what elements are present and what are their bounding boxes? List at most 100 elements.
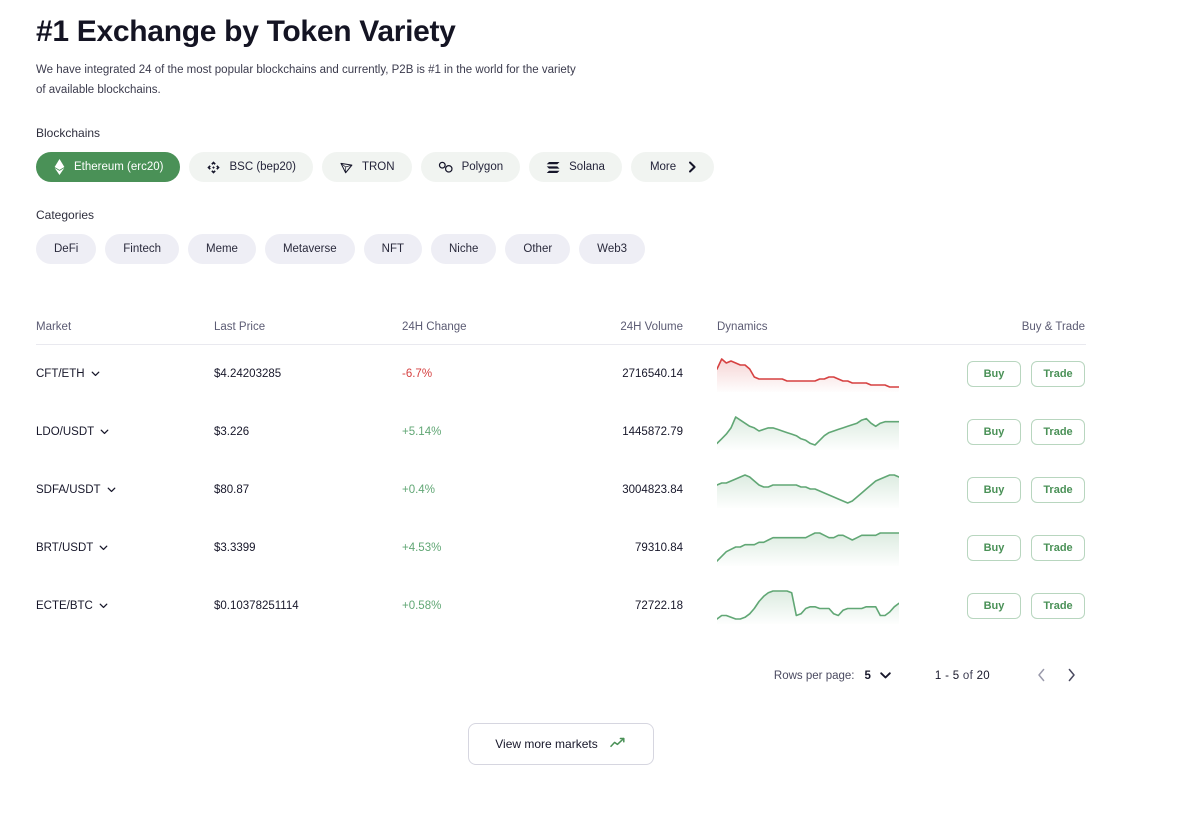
pagination: Rows per page: 5 1 - 5 of 20 bbox=[36, 661, 1086, 691]
category-chip-niche[interactable]: Niche bbox=[431, 234, 497, 265]
category-chip-web3[interactable]: Web3 bbox=[579, 234, 646, 265]
sparkline-chart bbox=[717, 474, 899, 509]
chevron-down-icon bbox=[99, 545, 108, 551]
cell-dynamics bbox=[683, 414, 899, 451]
chevron-down-icon bbox=[99, 603, 108, 609]
blockchains-filter-group: Blockchains Ethereum (erc20) BSC (bep20)… bbox=[36, 126, 1156, 183]
cell-24h-volume: 1445872.79 bbox=[622, 426, 683, 439]
cell-24h-change: +0.58% bbox=[402, 600, 442, 613]
trade-button[interactable]: Trade bbox=[1031, 593, 1085, 620]
market-pair-label: ECTE/BTC bbox=[36, 600, 93, 613]
page-root: #1 Exchange by Token Variety We have int… bbox=[0, 0, 1192, 832]
market-pair-selector[interactable]: BRT/USDT bbox=[36, 542, 108, 554]
blockchain-chip-label: Ethereum (erc20) bbox=[74, 161, 164, 174]
blockchain-chip-tron[interactable]: TRON bbox=[321, 152, 412, 183]
cell-24h-volume: 79310.84 bbox=[635, 542, 683, 555]
cell-24h-volume: 3004823.84 bbox=[622, 484, 683, 497]
blockchain-chip-polygon[interactable]: Polygon bbox=[420, 152, 521, 183]
cell-last-price: $0.10378251114 bbox=[214, 600, 299, 613]
buy-button[interactable]: Buy bbox=[967, 593, 1021, 620]
page-title: #1 Exchange by Token Variety bbox=[36, 15, 456, 48]
sparkline-chart bbox=[717, 590, 899, 625]
buy-button[interactable]: Buy bbox=[967, 419, 1021, 446]
column-header-24h-change: 24H Change bbox=[402, 321, 467, 334]
cell-buy-trade: Buy Trade bbox=[873, 419, 1086, 446]
blockchain-chip-label: Polygon bbox=[461, 161, 504, 174]
table-row: CFT/ETH $4.24203285 -6.7% 2716540.14 Buy Trad… bbox=[36, 345, 1086, 403]
categories-chip-row: DeFi Fintech Meme Metaverse NFT Niche Ot… bbox=[36, 234, 1156, 265]
column-header-last-price: Last Price bbox=[214, 321, 266, 334]
cell-market: SDFA/USDT bbox=[36, 484, 214, 496]
view-more-label: View more markets bbox=[495, 737, 598, 752]
blockchain-chip-more[interactable]: More bbox=[630, 152, 715, 183]
category-chip-fintech[interactable]: Fintech bbox=[105, 234, 179, 265]
blockchain-chip-label: Solana bbox=[569, 161, 605, 174]
buy-button[interactable]: Buy bbox=[967, 535, 1021, 562]
blockchain-chip-ethereum[interactable]: Ethereum (erc20) bbox=[36, 152, 181, 183]
category-chip-metaverse[interactable]: Metaverse bbox=[264, 234, 355, 265]
buy-trade-group: Buy Trade bbox=[967, 477, 1085, 504]
buy-button[interactable]: Buy bbox=[967, 361, 1021, 388]
previous-page-button[interactable] bbox=[1026, 661, 1056, 691]
market-pair-selector[interactable]: SDFA/USDT bbox=[36, 484, 116, 496]
column-header-24h-volume: 24H Volume bbox=[620, 321, 683, 334]
cell-market: CFT/ETH bbox=[36, 368, 214, 380]
cell-24h-change: +4.53% bbox=[402, 542, 442, 555]
cell-market: ECTE/BTC bbox=[36, 600, 214, 612]
blockchain-chip-bsc[interactable]: BSC (bep20) bbox=[189, 152, 313, 183]
category-chip-other[interactable]: Other bbox=[505, 234, 571, 265]
column-header-market: Market bbox=[36, 321, 72, 334]
cell-last-price: $80.87 bbox=[214, 484, 250, 497]
cell-buy-trade: Buy Trade bbox=[873, 535, 1086, 562]
blockchains-label: Blockchains bbox=[36, 126, 101, 141]
cell-dynamics bbox=[683, 588, 899, 625]
table-row: LDO/USDT $3.226 +5.14% 1445872.79 Buy Trade bbox=[36, 403, 1086, 461]
trend-up-icon bbox=[609, 737, 627, 751]
trade-button[interactable]: Trade bbox=[1031, 361, 1085, 388]
market-pair-selector[interactable]: CFT/ETH bbox=[36, 368, 100, 380]
market-pair-label: BRT/USDT bbox=[36, 542, 94, 555]
page-subtitle: We have integrated 24 of the most popula… bbox=[36, 64, 576, 97]
buy-trade-group: Buy Trade bbox=[967, 535, 1085, 562]
polygon-icon bbox=[438, 160, 454, 174]
market-pair-selector[interactable]: ECTE/BTC bbox=[36, 600, 108, 612]
cell-last-price: $3.226 bbox=[214, 426, 250, 439]
trade-button[interactable]: Trade bbox=[1031, 419, 1085, 446]
cell-dynamics bbox=[683, 530, 899, 567]
cell-last-price: $4.24203285 bbox=[214, 368, 282, 381]
pagination-range: 1 - 5 of 20 bbox=[935, 670, 990, 682]
category-chip-meme[interactable]: Meme bbox=[188, 234, 256, 265]
total-value: 20 bbox=[976, 670, 990, 683]
next-page-button[interactable] bbox=[1056, 661, 1086, 691]
markets-table: Market Last Price 24H Change 24H Volume … bbox=[36, 310, 1086, 635]
categories-label: Categories bbox=[36, 208, 95, 223]
tron-icon bbox=[339, 160, 354, 175]
category-chip-nft[interactable]: NFT bbox=[363, 234, 422, 265]
trade-button[interactable]: Trade bbox=[1031, 477, 1085, 504]
category-chip-defi[interactable]: DeFi bbox=[36, 234, 97, 265]
cell-buy-trade: Buy Trade bbox=[873, 361, 1086, 388]
table-row: SDFA/USDT $80.87 +0.4% 3004823.84 Buy Trade bbox=[36, 461, 1086, 519]
rows-per-page-select[interactable]: 5 bbox=[864, 670, 891, 682]
blockchain-chip-solana[interactable]: Solana bbox=[529, 152, 622, 183]
market-pair-selector[interactable]: LDO/USDT bbox=[36, 426, 109, 438]
market-pair-label: SDFA/USDT bbox=[36, 484, 101, 497]
cell-24h-change: +0.4% bbox=[402, 484, 435, 497]
cell-buy-trade: Buy Trade bbox=[873, 477, 1086, 504]
chevron-right-icon bbox=[1067, 668, 1076, 685]
buy-button[interactable]: Buy bbox=[967, 477, 1021, 504]
range-value: 1 - 5 bbox=[934, 670, 960, 683]
blockchain-chip-label: TRON bbox=[361, 161, 395, 174]
cell-buy-trade: Buy Trade bbox=[873, 593, 1086, 620]
view-more-wrap: View more markets bbox=[36, 723, 1086, 766]
chevron-down-icon bbox=[100, 429, 109, 435]
trade-button[interactable]: Trade bbox=[1031, 535, 1085, 562]
blockchains-chip-row: Ethereum (erc20) BSC (bep20) TRON Polygo… bbox=[36, 152, 1156, 183]
buy-trade-group: Buy Trade bbox=[967, 361, 1085, 388]
table-body: CFT/ETH $4.24203285 -6.7% 2716540.14 Buy Trad… bbox=[36, 345, 1086, 635]
cell-market: BRT/USDT bbox=[36, 542, 214, 554]
more-label: More bbox=[649, 161, 677, 174]
buy-trade-group: Buy Trade bbox=[967, 419, 1085, 446]
table-row: BRT/USDT $3.3399 +4.53% 79310.84 Buy Trade bbox=[36, 519, 1086, 577]
view-more-markets-button[interactable]: View more markets bbox=[468, 723, 654, 766]
